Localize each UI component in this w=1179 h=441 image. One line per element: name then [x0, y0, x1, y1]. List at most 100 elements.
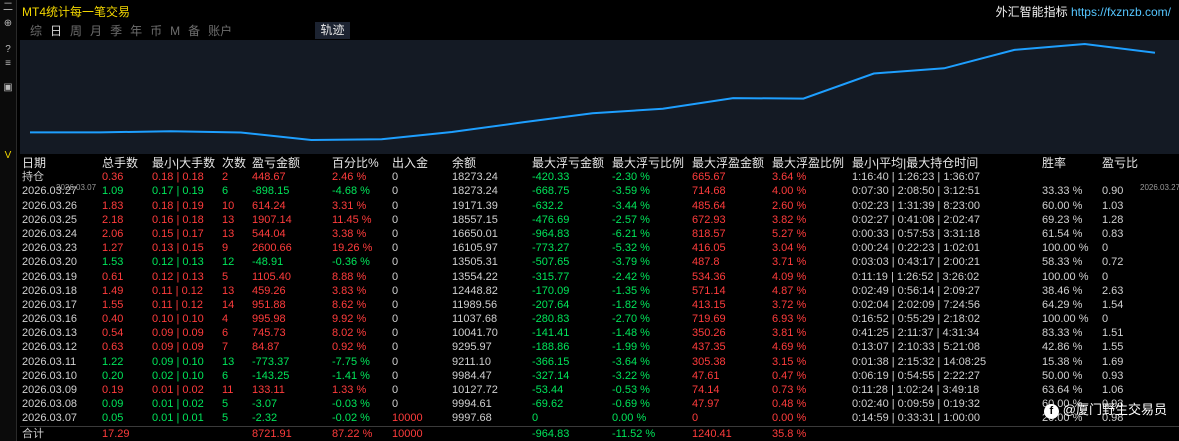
table-row[interactable]: 2026.03.16 0.40 0.10 | 0.10 4 995.98 9.92 % 0 1… — [20, 312, 1179, 326]
tab-4[interactable]: 季 — [110, 22, 122, 39]
cell-hold: 0:01:38 | 2:15:32 | 14:08:25 — [852, 355, 987, 368]
cell-pf: 0 — [1102, 270, 1109, 283]
cell-hold: 0:07:30 | 2:08:50 | 3:12:51 — [852, 185, 981, 198]
table-row[interactable]: 2026.03.10 0.20 0.02 | 0.10 6 -143.25 -1.41 %… — [20, 369, 1179, 383]
column-header[interactable]: 总手数 — [102, 156, 138, 170]
tab-0[interactable]: 综 — [30, 22, 42, 39]
column-header[interactable]: 余额 — [452, 156, 476, 170]
table-row[interactable]: 2026.03.20 1.53 0.12 | 0.13 12 -48.91 -0.36 %… — [20, 255, 1179, 269]
cell-minmax: 0.02 | 0.10 — [152, 369, 204, 382]
brand-name: 外汇智能指标 — [995, 5, 1068, 19]
column-header[interactable]: 最小|平均|最大持仓时间 — [852, 156, 978, 170]
cell-mddp: -2.70 % — [612, 313, 650, 326]
tab-3[interactable]: 月 — [90, 22, 102, 39]
tab-5[interactable]: 年 — [130, 22, 142, 39]
column-header[interactable]: 最大浮亏比例 — [612, 156, 684, 170]
column-header[interactable]: 盈亏金额 — [252, 156, 300, 170]
tab-6[interactable]: 币 — [150, 22, 162, 39]
column-header[interactable]: 最大浮盈金额 — [692, 156, 764, 170]
table-row[interactable]: 2026.03.18 1.49 0.11 | 0.12 13 459.26 3.83 % 0… — [20, 284, 1179, 298]
cell-bal: 13505.31 — [452, 256, 498, 269]
cell-mddp: -3.44 % — [612, 199, 650, 212]
column-header[interactable]: 盈亏比 — [1102, 156, 1138, 170]
cell-win: 38.46 % — [1042, 284, 1083, 297]
cell-mfe: 47.97 — [692, 398, 720, 411]
cell-lots: 0.05 — [102, 412, 124, 425]
column-header[interactable]: 最大浮盈比例 — [772, 156, 844, 170]
table-row[interactable]: 2026.03.17 1.55 0.11 | 0.12 14 951.88 8.62 % 0… — [20, 298, 1179, 312]
toolbar-glyph[interactable]: ? — [0, 44, 16, 55]
cell-mfep: 3.15 % — [772, 355, 807, 368]
cell-hold: 0:00:33 | 0:57:53 | 3:31:18 — [852, 227, 981, 240]
cell-pct: 8.62 % — [332, 298, 367, 311]
brand[interactable]: 外汇智能指标 https://fxznzb.com/ — [996, 3, 1171, 20]
cell-mfep: 3.81 % — [772, 327, 807, 340]
column-header[interactable]: 次数 — [222, 156, 246, 170]
cell-io: 0 — [392, 199, 399, 212]
toolbar-glyph[interactable]: ⊕ — [0, 18, 16, 29]
toolbar-glyph[interactable]: ≡ — [0, 58, 16, 69]
column-header[interactable]: 日期 — [22, 156, 46, 170]
cell-mfep: 4.69 % — [772, 341, 807, 354]
cell-pct: -0.36 % — [332, 256, 370, 269]
cell-bal: 10041.70 — [452, 327, 498, 340]
column-header[interactable]: 最小|大手数 — [152, 156, 215, 170]
track-button[interactable]: 轨迹 — [315, 22, 350, 39]
table-row[interactable]: 2026.03.11 1.22 0.09 | 0.10 13 -773.37 -7.75 … — [20, 355, 1179, 369]
cell-mddp: -3.59 % — [612, 185, 650, 198]
cell-io: 0 — [392, 270, 399, 283]
cell-mdd: -69.62 — [532, 398, 564, 411]
column-header[interactable]: 最大浮亏金额 — [532, 156, 604, 170]
cell-lots: 1.83 — [102, 199, 124, 212]
toolbar-glyph[interactable]: ▣ — [0, 82, 16, 93]
table-row[interactable]: 2026.03.13 0.54 0.09 | 0.09 6 745.73 8.02 % 0 1… — [20, 326, 1179, 340]
cell-pf: 1.69 — [1102, 355, 1124, 368]
column-header[interactable]: 百分比% — [332, 156, 379, 170]
toolbar-glyph[interactable]: 二 — [0, 2, 16, 13]
table-row[interactable]: 持仓 0.36 0.18 | 0.18 2 448.67 2.46 % 0 18273.24 -… — [20, 170, 1179, 184]
cell-date: 2026.03.26 — [22, 199, 78, 212]
column-header[interactable]: 胜率 — [1042, 156, 1066, 170]
cell-mfe: 672.93 — [692, 213, 726, 226]
cell-io: 0 — [392, 369, 399, 382]
table-row[interactable]: 2026.03.08 0.09 0.01 | 0.02 5 -3.07 -0.03 % 0 9… — [20, 397, 1179, 411]
cell-bal: 11037.68 — [452, 313, 498, 326]
table-row[interactable]: 2026.03.12 0.63 0.09 | 0.09 7 84.87 0.92 % 0 92… — [20, 340, 1179, 354]
cell-minmax: 0.01 | 0.02 — [152, 398, 204, 411]
tab-9[interactable]: 账户 — [208, 22, 232, 39]
cell-mddp: -1.82 % — [612, 298, 650, 311]
tab-7[interactable]: M — [170, 24, 180, 38]
total-io: 10000 — [392, 427, 423, 440]
table-row[interactable]: 2026.03.07 0.05 0.01 | 0.01 5 -2.32 -0.02 % 10… — [20, 411, 1179, 425]
table-row[interactable]: 2026.03.24 2.06 0.15 | 0.17 13 544.04 3.38 % 0… — [20, 227, 1179, 241]
cell-lots: 2.06 — [102, 227, 124, 240]
tab-8[interactable]: 备 — [188, 22, 200, 39]
table-row[interactable]: 2026.03.27 1.09 0.17 | 0.19 6 -898.15 -4.68 %… — [20, 184, 1179, 198]
cell-minmax: 0.10 | 0.10 — [152, 313, 204, 326]
cell-mfep: 4.00 % — [772, 185, 807, 198]
table-row[interactable]: 2026.03.19 0.61 0.12 | 0.13 5 1105.40 8.88 % 0… — [20, 270, 1179, 284]
cell-date: 2026.03.19 — [22, 270, 78, 283]
cell-win: 61.54 % — [1042, 227, 1083, 240]
column-header[interactable]: 出入金 — [392, 156, 428, 170]
cell-pnl: -48.91 — [252, 256, 284, 269]
tab-1[interactable]: 日 — [50, 22, 62, 39]
table-row[interactable]: 2026.03.23 1.27 0.13 | 0.15 9 2600.66 19.26 %… — [20, 241, 1179, 255]
cell-mfep: 5.27 % — [772, 227, 807, 240]
cell-hold: 0:02:49 | 0:56:14 | 2:09:27 — [852, 284, 981, 297]
table-row[interactable]: 2026.03.26 1.83 0.18 | 0.19 10 614.24 3.31 % 0… — [20, 199, 1179, 213]
cell-mfep: 0.47 % — [772, 369, 807, 382]
tab-2[interactable]: 周 — [70, 22, 82, 39]
period-tabs: 综日周月季年币 M 备账户 — [30, 22, 240, 40]
cell-win: 69.23 % — [1042, 213, 1083, 226]
table-row[interactable]: 2026.03.09 0.19 0.01 | 0.02 11 133.11 1.33 % 0… — [20, 383, 1179, 397]
cell-mddp: -2.42 % — [612, 270, 650, 283]
cell-minmax: 0.11 | 0.12 — [152, 284, 203, 297]
cell-mfe: 416.05 — [692, 242, 726, 255]
cell-hold: 0:02:27 | 0:41:08 | 2:02:47 — [852, 213, 981, 226]
brand-url[interactable]: https://fxznzb.com/ — [1071, 5, 1171, 19]
cell-mddp: -5.32 % — [612, 242, 650, 255]
table-row[interactable]: 2026.03.25 2.18 0.16 | 0.18 13 1907.14 11.45 … — [20, 213, 1179, 227]
cell-bal: 9211.10 — [452, 355, 491, 368]
cell-mfep: 0.73 % — [772, 384, 807, 396]
